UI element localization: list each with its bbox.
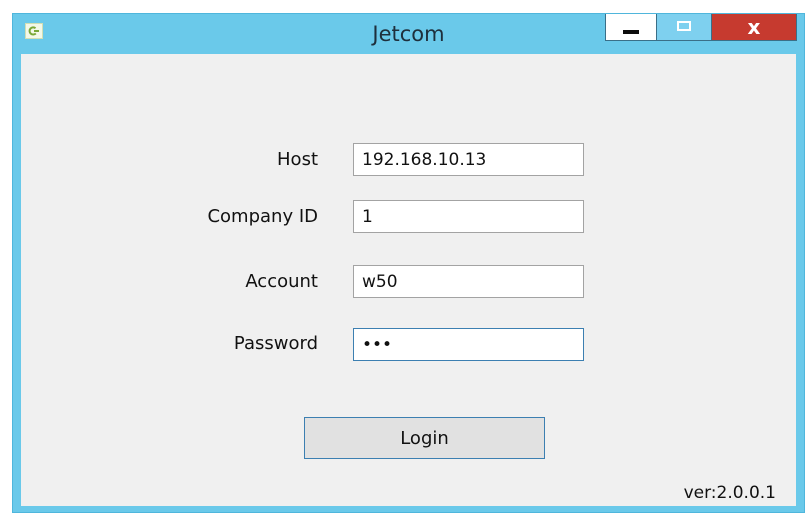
host-label: Host xyxy=(277,149,318,170)
company-id-label: Company ID xyxy=(207,206,318,227)
close-icon: x xyxy=(747,15,761,39)
login-button[interactable]: Login xyxy=(304,417,545,459)
version-label: ver:2.0.0.1 xyxy=(683,483,776,503)
close-button[interactable]: x xyxy=(711,14,797,41)
login-window: Jetcom x Host Company ID Account Passwor… xyxy=(12,13,805,513)
password-label: Password xyxy=(233,333,318,354)
company-id-input[interactable] xyxy=(353,200,584,233)
password-input[interactable] xyxy=(353,328,584,361)
title-bar[interactable]: Jetcom x xyxy=(13,14,804,54)
maximize-icon xyxy=(677,21,691,31)
account-label: Account xyxy=(245,271,318,292)
minimize-icon xyxy=(623,30,639,34)
minimize-button[interactable] xyxy=(605,14,656,41)
maximize-button[interactable] xyxy=(656,14,711,41)
account-input[interactable] xyxy=(353,265,584,298)
host-input[interactable] xyxy=(353,143,584,176)
login-form: Host Company ID Account Password Login v… xyxy=(21,54,796,506)
